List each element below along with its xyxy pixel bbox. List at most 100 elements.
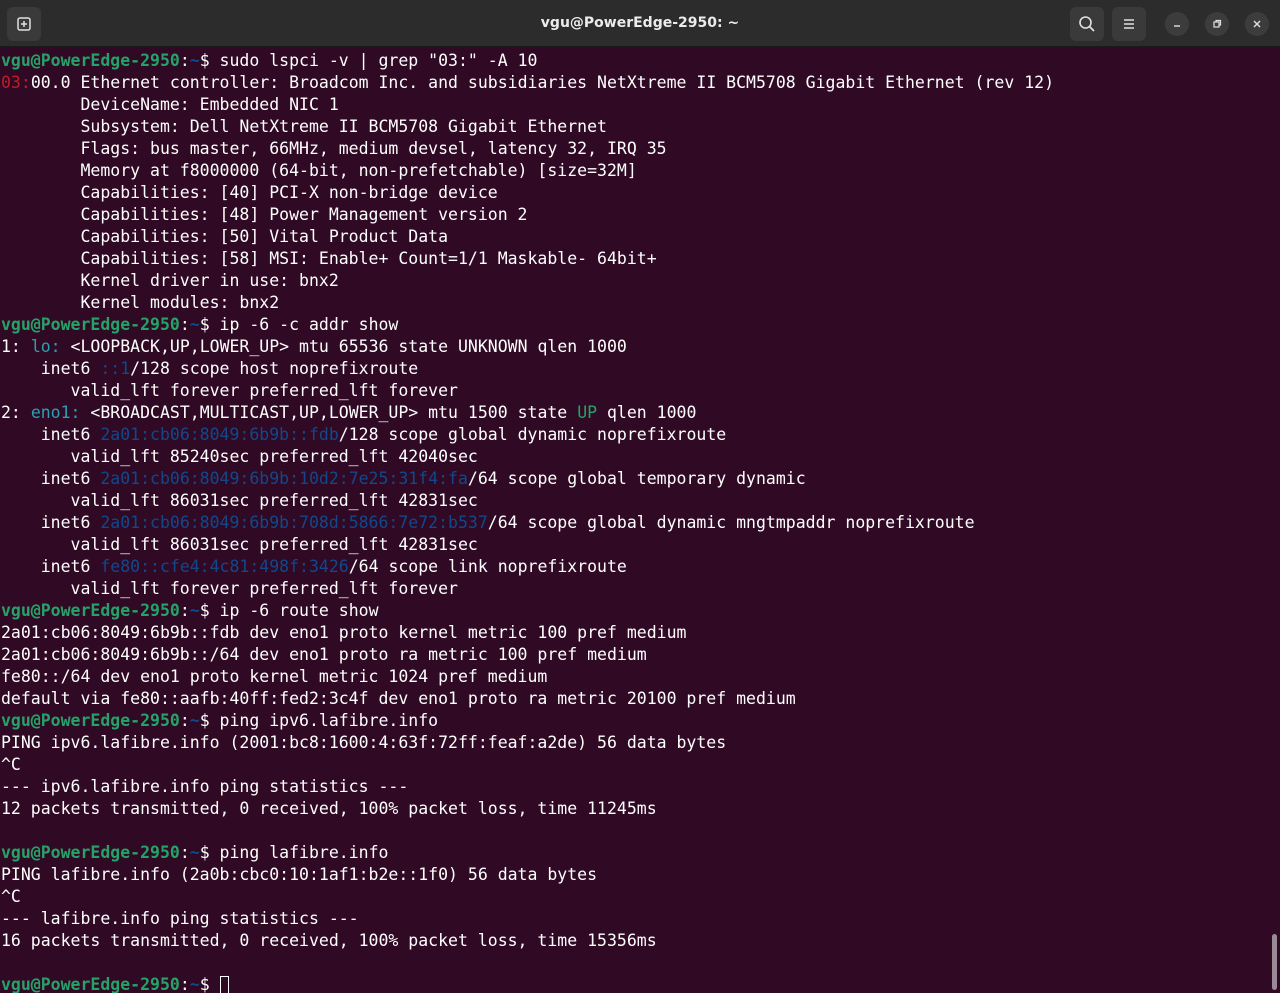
text-cursor bbox=[219, 976, 229, 993]
terminal-line: 2a01:cb06:8049:6b9b::fdb dev eno1 proto … bbox=[1, 622, 1268, 644]
scrollbar-thumb[interactable] bbox=[1272, 934, 1277, 990]
terminal-text: ~ bbox=[189, 711, 200, 730]
terminal-line: PING ipv6.lafibre.info (2001:bc8:1600:4:… bbox=[1, 732, 1268, 754]
terminal-text: eno1: bbox=[30, 403, 81, 422]
terminal-text: --- lafibre.info ping statistics --- bbox=[1, 909, 359, 928]
terminal-text: vgu@PowerEdge-2950 bbox=[1, 711, 180, 730]
terminal-text: DeviceName: Embedded NIC 1 bbox=[1, 95, 339, 114]
terminal-line: vgu@PowerEdge-2950:~$ sudo lspci -v | gr… bbox=[1, 50, 1268, 72]
terminal-text: vgu@PowerEdge-2950 bbox=[1, 975, 180, 993]
terminal-line: vgu@PowerEdge-2950:~$ bbox=[1, 974, 1268, 993]
menu-button[interactable] bbox=[1112, 7, 1146, 41]
terminal-text: /128 scope global dynamic noprefixroute bbox=[338, 425, 727, 444]
terminal-line: Capabilities: [50] Vital Product Data bbox=[1, 226, 1268, 248]
terminal-line: inet6 2a01:cb06:8049:6b9b::fdb/128 scope… bbox=[1, 424, 1268, 446]
terminal-line: Memory at f8000000 (64-bit, non-prefetch… bbox=[1, 160, 1268, 182]
terminal-line: ^C bbox=[1, 886, 1268, 908]
terminal-text: inet6 bbox=[1, 513, 101, 532]
terminal-text: valid_lft forever preferred_lft forever bbox=[1, 579, 458, 598]
terminal-text: ::1 bbox=[100, 359, 131, 378]
terminal-line: Subsystem: Dell NetXtreme II BCM5708 Gig… bbox=[1, 116, 1268, 138]
terminal-line: 12 packets transmitted, 0 received, 100%… bbox=[1, 798, 1268, 820]
terminal-text: lo: bbox=[30, 337, 61, 356]
terminal-line: --- lafibre.info ping statistics --- bbox=[1, 908, 1268, 930]
terminal-text: /64 scope global temporary dynamic bbox=[467, 469, 806, 488]
terminal-text: /64 scope link noprefixroute bbox=[348, 557, 627, 576]
terminal-text: Memory at f8000000 (64-bit, non-prefetch… bbox=[1, 161, 637, 180]
terminal-line: Kernel modules: bnx2 bbox=[1, 292, 1268, 314]
terminal-line: vgu@PowerEdge-2950:~$ ip -6 route show bbox=[1, 600, 1268, 622]
terminal-text: 2: bbox=[1, 403, 31, 422]
terminal-line: Capabilities: [48] Power Management vers… bbox=[1, 204, 1268, 226]
terminal-text: : bbox=[179, 601, 190, 620]
terminal-text: default via fe80::aafb:40ff:fed2:3c4f de… bbox=[1, 689, 796, 708]
terminal-text: /64 scope global dynamic mngtmpaddr nopr… bbox=[487, 513, 975, 532]
terminal-line: 16 packets transmitted, 0 received, 100%… bbox=[1, 930, 1268, 952]
terminal-text: UP bbox=[577, 403, 598, 422]
minimize-button[interactable] bbox=[1165, 12, 1189, 36]
terminal-text: 1: bbox=[1, 337, 31, 356]
terminal-line: 1: lo: <LOOPBACK,UP,LOWER_UP> mtu 65536 … bbox=[1, 336, 1268, 358]
terminal-line: inet6 fe80::cfe4:4c81:498f:3426/64 scope… bbox=[1, 556, 1268, 578]
terminal-text: inet6 bbox=[1, 425, 101, 444]
terminal-text: 2a01:cb06:8049:6b9b::/64 dev eno1 proto … bbox=[1, 645, 647, 664]
terminal-text: ~ bbox=[189, 601, 200, 620]
terminal-line: inet6 ::1/128 scope host noprefixroute bbox=[1, 358, 1268, 380]
scrollbar[interactable] bbox=[1268, 47, 1280, 993]
terminal-text: Flags: bus master, 66MHz, medium devsel,… bbox=[1, 139, 667, 158]
terminal-text: 03: bbox=[1, 73, 31, 92]
restore-icon bbox=[1213, 19, 1222, 28]
close-button[interactable] bbox=[1245, 12, 1269, 36]
terminal-line: Capabilities: [40] PCI-X non-bridge devi… bbox=[1, 182, 1268, 204]
terminal-text: ~ bbox=[189, 843, 200, 862]
terminal-text: ^C bbox=[1, 755, 21, 774]
terminal-text: Capabilities: [40] PCI-X non-bridge devi… bbox=[1, 183, 498, 202]
terminal-text: 2a01:cb06:8049:6b9b::fdb dev eno1 proto … bbox=[1, 623, 687, 642]
terminal-output[interactable]: vgu@PowerEdge-2950:~$ sudo lspci -v | gr… bbox=[0, 47, 1268, 993]
terminal-line: Capabilities: [58] MSI: Enable+ Count=1/… bbox=[1, 248, 1268, 270]
terminal-text: $ bbox=[199, 975, 220, 993]
terminal-text: 12 packets transmitted, 0 received, 100%… bbox=[1, 799, 657, 818]
terminal-text: 00.0 Ethernet controller: Broadcom Inc. … bbox=[30, 73, 1054, 92]
terminal-line: PING lafibre.info (2a0b:cbc0:10:1af1:b2e… bbox=[1, 864, 1268, 886]
terminal-text: : bbox=[179, 315, 190, 334]
search-button[interactable] bbox=[1070, 7, 1104, 41]
terminal-text: $ ping lafibre.info bbox=[199, 843, 389, 862]
terminal-text: vgu@PowerEdge-2950 bbox=[1, 315, 180, 334]
terminal-text: --- ipv6.lafibre.info ping statistics --… bbox=[1, 777, 409, 796]
terminal-text: vgu@PowerEdge-2950 bbox=[1, 843, 180, 862]
terminal-line: ^C bbox=[1, 754, 1268, 776]
terminal-line: DeviceName: Embedded NIC 1 bbox=[1, 94, 1268, 116]
terminal-text: ~ bbox=[189, 51, 200, 70]
hamburger-menu-icon bbox=[1124, 19, 1134, 29]
terminal-text: <LOOPBACK,UP,LOWER_UP> mtu 65536 state U… bbox=[60, 337, 627, 356]
terminal-line: inet6 2a01:cb06:8049:6b9b:10d2:7e25:31f4… bbox=[1, 468, 1268, 490]
terminal-text: : bbox=[179, 51, 190, 70]
terminal-text: ~ bbox=[189, 975, 200, 993]
terminal-line: 2: eno1: <BROADCAST,MULTICAST,UP,LOWER_U… bbox=[1, 402, 1268, 424]
terminal-line: vgu@PowerEdge-2950:~$ ip -6 -c addr show bbox=[1, 314, 1268, 336]
terminal-text: : bbox=[179, 843, 190, 862]
terminal-text: : bbox=[179, 975, 190, 993]
terminal-text: $ ping ipv6.lafibre.info bbox=[199, 711, 439, 730]
terminal-line: vgu@PowerEdge-2950:~$ ping ipv6.lafibre.… bbox=[1, 710, 1268, 732]
terminal-line: inet6 2a01:cb06:8049:6b9b:708d:5866:7e72… bbox=[1, 512, 1268, 534]
terminal-text: qlen 1000 bbox=[597, 403, 697, 422]
terminal-text: PING lafibre.info (2a0b:cbc0:10:1af1:b2e… bbox=[1, 865, 598, 884]
maximize-button[interactable] bbox=[1205, 12, 1229, 36]
terminal-text: Subsystem: Dell NetXtreme II BCM5708 Gig… bbox=[1, 117, 607, 136]
terminal-line: vgu@PowerEdge-2950:~$ ping lafibre.info bbox=[1, 842, 1268, 864]
terminal-line: Kernel driver in use: bnx2 bbox=[1, 270, 1268, 292]
terminal-text: inet6 bbox=[1, 469, 101, 488]
terminal-line: 2a01:cb06:8049:6b9b::/64 dev eno1 proto … bbox=[1, 644, 1268, 666]
terminal-line: --- ipv6.lafibre.info ping statistics --… bbox=[1, 776, 1268, 798]
title-bar: vgu@PowerEdge-2950: ~ bbox=[0, 0, 1280, 47]
terminal-line: valid_lft forever preferred_lft forever bbox=[1, 578, 1268, 600]
terminal-text: valid_lft forever preferred_lft forever bbox=[1, 381, 458, 400]
terminal-line: Flags: bus master, 66MHz, medium devsel,… bbox=[1, 138, 1268, 160]
terminal-text: fe80::cfe4:4c81:498f:3426 bbox=[100, 557, 349, 576]
terminal-text: : bbox=[179, 711, 190, 730]
terminal-text: ^C bbox=[1, 887, 21, 906]
